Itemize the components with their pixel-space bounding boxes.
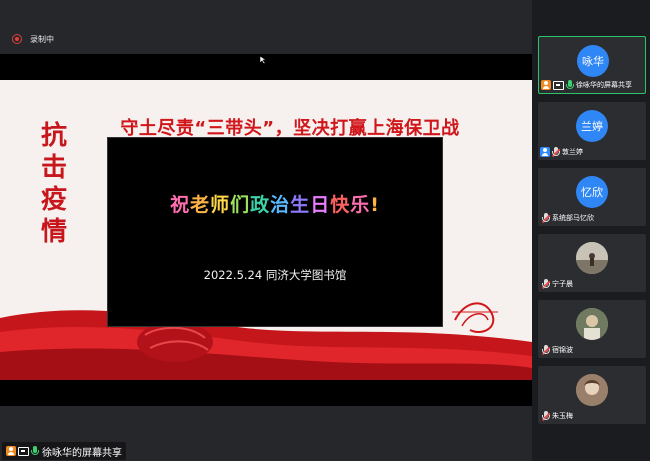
cohost-icon (540, 147, 550, 157)
greeting-char: ! (370, 194, 380, 216)
greeting-char: 政 (250, 194, 271, 216)
vertical-title-char: 击 (40, 153, 67, 183)
participant-sidebar: 咏华 徐咏华的屏幕共享 兰婷 敦兰婷 忆欣 系统部马忆欣 宁子晨 宿锦波 朱玉梅 (532, 0, 650, 461)
participant-tile[interactable]: 咏华 徐咏华的屏幕共享 (538, 36, 646, 94)
video-caption: 2022.5.24 同济大学图书馆 (203, 268, 347, 282)
greeting-char: 祝 (170, 194, 191, 216)
participant-label: 敦兰婷 (540, 146, 583, 158)
greeting-char: 治 (270, 194, 291, 216)
avatar-photo (576, 374, 608, 406)
recording-indicator[interactable]: 录制中 (0, 28, 532, 50)
vertical-title-char: 情 (40, 217, 67, 247)
participant-name: 朱玉梅 (552, 412, 573, 420)
participant-label: 系统部马忆欣 (540, 212, 594, 224)
avatar-photo (576, 242, 608, 274)
participant-tile[interactable]: 朱玉梅 (538, 366, 646, 424)
letterbox-bottom (0, 380, 532, 406)
avatar: 兰婷 (576, 110, 608, 142)
host-icon (541, 80, 551, 90)
participant-name: 敦兰婷 (562, 148, 583, 156)
mic-muted-icon (541, 278, 551, 290)
embedded-video-frame: 祝老师们政治生日快乐! 2022.5.24 同济大学图书馆 (107, 137, 443, 327)
mic-muted-icon (551, 146, 561, 158)
participant-label: 宿锦波 (540, 344, 573, 356)
participant-tile[interactable]: 兰婷 敦兰婷 (538, 102, 646, 160)
greeting-char: 老 (190, 194, 211, 216)
vertical-title: 抗 击 疫 情 (34, 120, 74, 248)
microphone-icon (31, 445, 39, 457)
screen-share-label: 徐咏华的屏幕共享 (42, 447, 122, 459)
mic-muted-icon (541, 344, 551, 356)
participant-label: 徐咏华的屏幕共享 (541, 79, 632, 91)
greeting-char: 师 (210, 194, 231, 216)
host-icon (6, 446, 16, 456)
participant-tile[interactable]: 忆欣 系统部马忆欣 (538, 168, 646, 226)
mic-muted-icon (541, 212, 551, 224)
greeting-char: 乐 (350, 194, 371, 216)
greeting-char: 日 (310, 194, 331, 216)
shared-screen-area: 录制中 守土尽责“三带头”，坚决打赢上海保卫战 抗 击 疫 情 祝老师们政治生日… (0, 0, 532, 461)
participant-name: 系统部马忆欣 (552, 214, 594, 222)
landscape-photo-icon (576, 242, 608, 274)
avatar: 咏华 (577, 45, 609, 77)
portrait-photo-icon (576, 374, 608, 406)
participant-tile[interactable]: 宿锦波 (538, 300, 646, 358)
participant-name: 徐咏华的屏幕共享 (576, 81, 632, 89)
screen-share-icon (18, 446, 29, 456)
participant-name: 宁子晨 (552, 280, 573, 288)
avatar-photo (576, 308, 608, 340)
participant-name: 宿锦波 (552, 346, 573, 354)
vertical-title-char: 抗 (40, 121, 67, 151)
record-icon (12, 34, 22, 44)
recording-label: 录制中 (30, 34, 54, 44)
screen-share-tag[interactable]: 徐咏华的屏幕共享 (2, 442, 126, 460)
participant-label: 宁子晨 (540, 278, 573, 290)
portrait-photo-icon (576, 308, 608, 340)
birthday-greeting: 祝老师们政治生日快乐! (108, 190, 442, 217)
greeting-char: 快 (330, 194, 351, 216)
participant-label: 朱玉梅 (540, 410, 573, 422)
vertical-title-char: 疫 (40, 185, 67, 215)
screen-share-icon (553, 80, 564, 90)
mouse-cursor-icon (259, 55, 267, 65)
greeting-char: 们 (230, 194, 251, 216)
mic-muted-icon (541, 410, 551, 422)
presentation-slide: 守土尽责“三带头”，坚决打赢上海保卫战 抗 击 疫 情 祝老师们政治生日快乐! … (0, 80, 532, 380)
avatar: 忆欣 (576, 176, 608, 208)
greeting-char: 生 (290, 194, 311, 216)
participant-tile[interactable]: 宁子晨 (538, 234, 646, 292)
sidebar-header (532, 0, 650, 30)
microphone-icon (566, 79, 574, 91)
